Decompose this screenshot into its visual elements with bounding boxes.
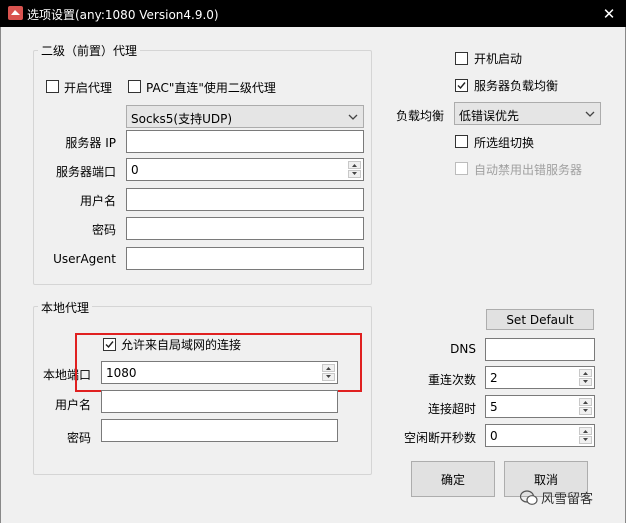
local-username-label: 用户名 bbox=[54, 398, 91, 412]
load-balance-label: 服务器负载均衡 bbox=[474, 79, 559, 93]
chevron-down-icon bbox=[348, 114, 358, 120]
spin-down-icon[interactable] bbox=[579, 407, 592, 415]
idle-label: 空闲断开秒数 bbox=[403, 431, 476, 445]
timeout-label: 连接超时 bbox=[427, 402, 476, 416]
enable-proxy-checkbox[interactable] bbox=[46, 80, 59, 93]
autostart-checkbox[interactable] bbox=[455, 52, 468, 65]
idle-value: 0 bbox=[490, 429, 498, 443]
reconnect-stepper[interactable]: 2 bbox=[485, 366, 595, 389]
spin-down-icon[interactable] bbox=[579, 436, 592, 444]
reconnect-value: 2 bbox=[490, 371, 498, 385]
watermark: 风雪留客 bbox=[520, 488, 593, 507]
spin-up-icon[interactable] bbox=[579, 427, 592, 435]
spin-down-icon[interactable] bbox=[348, 170, 361, 178]
group-switch-checkbox[interactable] bbox=[455, 135, 468, 148]
auto-disable-label: 自动禁用出错服务器 bbox=[474, 163, 583, 177]
proxy-type-value: Socks5(支持UDP) bbox=[131, 112, 233, 126]
watermark-text: 风雪留客 bbox=[541, 492, 594, 507]
useragent-label: UserAgent bbox=[53, 252, 116, 266]
reconnect-spin[interactable] bbox=[579, 369, 592, 386]
spin-down-icon[interactable] bbox=[579, 378, 592, 386]
close-button[interactable]: ✕ bbox=[592, 0, 626, 27]
proxy-type-select[interactable]: Socks5(支持UDP) bbox=[126, 105, 364, 128]
local-password-input[interactable] bbox=[101, 419, 338, 442]
spin-up-icon[interactable] bbox=[348, 161, 361, 169]
check-icon bbox=[457, 82, 466, 90]
set-default-button[interactable]: Set Default bbox=[486, 309, 594, 330]
lb-mode-label: 负载均衡 bbox=[395, 109, 444, 123]
server-port-stepper[interactable]: 0 bbox=[126, 158, 364, 181]
load-balance-checkbox[interactable] bbox=[455, 79, 468, 92]
server-ip-label: 服务器 IP bbox=[65, 136, 116, 150]
reconnect-label: 重连次数 bbox=[427, 373, 476, 387]
spin-up-icon[interactable] bbox=[579, 369, 592, 377]
local-proxy-group-title: 本地代理 bbox=[38, 299, 93, 316]
app-icon bbox=[8, 6, 23, 20]
lb-mode-value: 低错误优先 bbox=[459, 109, 520, 123]
server-port-value: 0 bbox=[131, 163, 139, 177]
server-port-label: 服务器端口 bbox=[55, 165, 116, 179]
annotation-highlight-box bbox=[75, 333, 362, 392]
group-switch-label: 所选组切换 bbox=[474, 136, 535, 150]
auto-disable-checkbox bbox=[455, 162, 468, 175]
second-proxy-group-title: 二级（前置）代理 bbox=[38, 42, 141, 59]
local-username-input[interactable] bbox=[101, 390, 338, 413]
pac-second-proxy-label: PAC"直连"使用二级代理 bbox=[146, 81, 276, 95]
dns-label: DNS bbox=[450, 342, 476, 356]
wechat-icon bbox=[520, 489, 538, 505]
ok-button[interactable]: 确定 bbox=[411, 461, 495, 497]
timeout-stepper[interactable]: 5 bbox=[485, 395, 595, 418]
idle-spin[interactable] bbox=[579, 427, 592, 444]
useragent-input[interactable] bbox=[126, 247, 364, 270]
local-password-label: 密码 bbox=[66, 431, 91, 445]
username-input[interactable] bbox=[126, 188, 364, 211]
spin-up-icon[interactable] bbox=[579, 398, 592, 406]
idle-stepper[interactable]: 0 bbox=[485, 424, 595, 447]
password-input[interactable] bbox=[126, 217, 364, 240]
window-title: 选项设置(any:1080 Version4.9.0) bbox=[27, 8, 219, 22]
timeout-value: 5 bbox=[490, 400, 498, 414]
server-port-spin[interactable] bbox=[348, 161, 361, 178]
autostart-label: 开机启动 bbox=[474, 52, 523, 66]
chevron-down-icon bbox=[585, 111, 595, 117]
lb-mode-select[interactable]: 低错误优先 bbox=[454, 102, 601, 125]
dns-input[interactable] bbox=[485, 338, 595, 361]
close-icon: ✕ bbox=[602, 4, 616, 23]
enable-proxy-label: 开启代理 bbox=[64, 81, 113, 95]
password-label: 密码 bbox=[91, 223, 116, 237]
title-bar: 选项设置(any:1080 Version4.9.0) ✕ bbox=[0, 0, 626, 27]
timeout-spin[interactable] bbox=[579, 398, 592, 415]
pac-second-proxy-checkbox[interactable] bbox=[128, 80, 141, 93]
server-ip-input[interactable] bbox=[126, 130, 364, 153]
username-label: 用户名 bbox=[79, 194, 116, 208]
